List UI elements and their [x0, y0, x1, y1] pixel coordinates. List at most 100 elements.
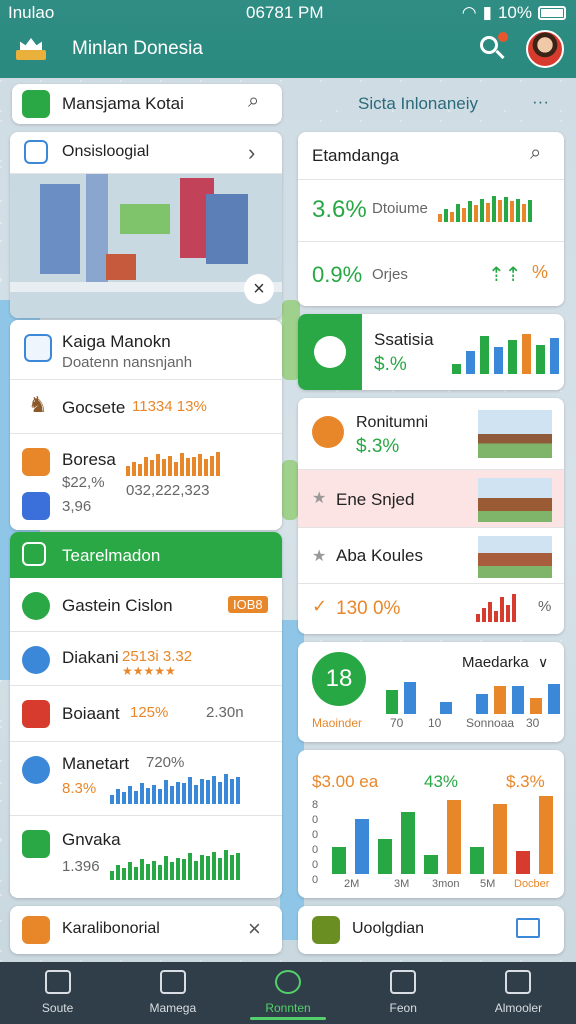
list-item[interactable]: Gastein Cislon IOB8	[10, 578, 282, 632]
close-icon[interactable]: ×	[248, 916, 261, 942]
right-search-row[interactable]: Etamdanga ⌕	[298, 132, 564, 180]
map-card[interactable]: Onsisloogial › ×	[10, 132, 282, 318]
park	[120, 204, 170, 234]
shop-icon	[505, 970, 532, 994]
list-item-title: Gocsete	[62, 398, 126, 417]
search-icon[interactable]: ⌕	[248, 90, 259, 113]
place-photo	[478, 536, 552, 578]
clock: 06781 PM	[246, 3, 324, 22]
place-title: Aba Koules	[336, 546, 423, 565]
list-item-value: 3,96	[62, 498, 92, 515]
list-item[interactable]: Diakani 2513i 3.32 ★★★★★	[10, 632, 282, 686]
list-item[interactable]: Boiaant 125% 2.30n	[10, 686, 282, 742]
folder-icon	[22, 916, 50, 944]
wifi-icon: ◠	[461, 3, 477, 22]
metric-label: Orjes	[372, 266, 408, 283]
home-icon	[24, 140, 48, 164]
mini-chart-title: Maedarka	[462, 654, 529, 671]
nav-item-soute[interactable]: Soute	[0, 962, 115, 1024]
metric-value: 3.6%	[312, 196, 367, 223]
place-item[interactable]: ★ Aba Koules	[298, 528, 564, 584]
chart-label: $.3%	[506, 772, 545, 791]
nav-item-almooler[interactable]: Almooler	[461, 962, 576, 1024]
mini-chart-card[interactable]: 18 Maoinder Maedarka ∨ 70 10 Sonnoaa 30	[298, 642, 564, 742]
axis-label: 3M	[394, 878, 410, 890]
pie-icon	[314, 336, 346, 368]
leaf-icon	[22, 592, 50, 620]
right-header: Sicta Inlonaneiy ···	[300, 84, 566, 124]
document-icon	[24, 334, 52, 362]
place-item[interactable]: ★ Ene Snjed	[298, 470, 564, 528]
metric-delta: %	[532, 262, 549, 282]
chevron-right-icon[interactable]: ›	[248, 140, 255, 166]
monitor-icon[interactable]	[516, 918, 540, 938]
right-header-title: Sicta Inlonaneiy	[358, 94, 479, 113]
right-bottom-card[interactable]: Uoolgdian	[298, 906, 564, 954]
city-map-illustration[interactable]: ×	[10, 174, 282, 318]
building	[40, 184, 80, 274]
status-badge: IOB8	[228, 596, 268, 613]
list-item[interactable]: Kaiga Manokn Doatenn nansnjanh	[10, 320, 282, 380]
sparkline	[476, 594, 516, 622]
right-metrics-card: Etamdanga ⌕ 3.6% Dtoiume 0.9% Orjes ⇡⇡ %	[298, 132, 564, 306]
sparkline	[110, 850, 240, 880]
percent-label: %	[538, 598, 552, 615]
shield-icon	[22, 90, 50, 118]
stats-icon-panel	[298, 314, 362, 390]
home-icon	[22, 542, 46, 566]
big-chart-card[interactable]: $3.00 ea 43% $.3% 800000 2M 3M 3mon 5M D…	[298, 750, 564, 898]
home-icon	[22, 448, 50, 476]
search-icon[interactable]: ⌕	[530, 142, 541, 165]
sparkline	[438, 196, 532, 222]
list-item-value: $22,%	[62, 474, 105, 491]
left-search-card[interactable]: Mansjama Kotai ⌕	[12, 84, 282, 124]
close-icon[interactable]: ×	[244, 274, 274, 304]
avatar[interactable]	[526, 30, 564, 68]
nav-item-feon[interactable]: Feon	[346, 962, 461, 1024]
chat-icon	[312, 416, 344, 448]
list-item-title: Kaiga Manokn	[62, 332, 171, 351]
list-item-value: 2513i 3.32	[122, 648, 193, 665]
trend-up-icon: ⇡⇡	[488, 264, 522, 286]
metric-row[interactable]: 3.6% Dtoiume	[298, 180, 564, 242]
more-icon[interactable]: ···	[532, 92, 549, 112]
list-item[interactable]: Manetart 8.3% 720%	[10, 742, 282, 816]
list-item-title: Gnvaka	[62, 830, 121, 849]
axis-label: 3mon	[432, 878, 460, 890]
signal-icon: ▮	[482, 3, 492, 22]
check-icon: ✓	[312, 596, 328, 616]
stats-card[interactable]: Ssatisia $.%	[298, 314, 564, 390]
search-icon[interactable]	[478, 32, 508, 62]
places-card: Ronitumni $.3% ★ Ene Snjed ★ Aba Koules …	[298, 398, 564, 634]
place-item[interactable]: Ronitumni $.3%	[298, 398, 564, 470]
metric-row[interactable]: 0.9% Orjes ⇡⇡ %	[298, 242, 564, 306]
list-item-title: Boresa	[62, 450, 116, 469]
right-search-title: Etamdanga	[312, 146, 399, 165]
bar-chart	[452, 332, 559, 374]
list-item-title: Tearelmadon	[62, 546, 161, 565]
list-item-title: Gastein Cislon	[62, 596, 173, 615]
chevron-down-icon[interactable]: ∨	[538, 654, 548, 671]
chart-label: 43%	[424, 772, 459, 791]
nav-item-ronnten[interactable]: Ronnten	[230, 962, 345, 1024]
nav-item-mamega[interactable]: Mamega	[115, 962, 230, 1024]
list-item-title: Diakani	[62, 648, 119, 667]
y-axis: 800000	[312, 799, 319, 886]
left-bottom-card[interactable]: Karalibonorial ×	[10, 906, 282, 954]
list-icon	[390, 970, 417, 994]
list-item[interactable]: Gnvaka 1.396	[10, 816, 282, 898]
star-icon: ★	[312, 548, 327, 565]
map-card-title: Onsisloogial	[62, 143, 150, 160]
sparkline	[126, 452, 220, 476]
axis-label: 30	[526, 716, 540, 730]
left-bottom-title: Karalibonorial	[62, 920, 160, 937]
list-item[interactable]: Tearelmadon	[10, 532, 282, 578]
place-value: 130 0%	[336, 598, 401, 619]
place-item[interactable]: ✓ 130 0% %	[298, 584, 564, 634]
home-icon	[44, 970, 71, 994]
list-item[interactable]: Boresa $22,% 032,222,323 3,96	[10, 434, 282, 530]
list-item[interactable]: ♞ Gocsete 11334 13%	[10, 380, 282, 434]
stats-value: $.%	[374, 354, 407, 375]
right-bottom-title: Uoolgdian	[352, 920, 425, 937]
top-bar: Inulao 06781 PM ◠ ▮ 10% Minlan Donesia	[0, 0, 576, 78]
